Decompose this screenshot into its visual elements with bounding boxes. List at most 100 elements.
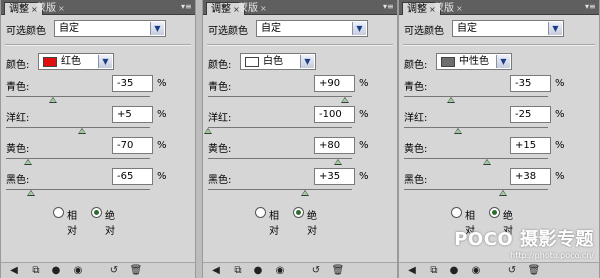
color-select[interactable]: 白色 ▼: [240, 53, 316, 70]
relative-radio[interactable]: [53, 207, 64, 218]
magenta-value-input[interactable]: +5: [112, 106, 153, 123]
reset-icon[interactable]: ↺: [309, 265, 323, 277]
back-arrow-icon[interactable]: ◀: [405, 265, 419, 277]
chevron-down-icon: ▼: [300, 55, 314, 68]
relative-radio[interactable]: [451, 207, 462, 218]
tab-masks-label: 蒙版: [36, 3, 56, 14]
cyan-label: 青色:: [6, 82, 30, 93]
color-select-value: 白色: [263, 56, 283, 67]
preset-select[interactable]: 自定 ▼: [256, 20, 368, 37]
close-icon[interactable]: ×: [260, 4, 267, 13]
yellow-value-input[interactable]: +80: [314, 137, 355, 154]
black-value-input[interactable]: +35: [314, 168, 355, 185]
close-icon[interactable]: ×: [456, 4, 463, 13]
magenta-slider-track[interactable]: [208, 127, 352, 128]
cyan-value-input[interactable]: +90: [314, 75, 355, 92]
percent-sign: %: [555, 171, 565, 182]
black-slider-track[interactable]: [404, 189, 548, 190]
yellow-value-input[interactable]: -70: [112, 137, 153, 154]
delete-icon[interactable]: 🗑: [331, 265, 345, 277]
magenta-value-input[interactable]: -100: [314, 106, 355, 123]
cyan-slider-row: 青色: -35 %: [6, 75, 187, 105]
chevron-down-icon: ▼: [352, 22, 366, 35]
visibility-icon[interactable]: ●: [447, 265, 461, 277]
relative-label: 相对: [269, 211, 279, 237]
preset-select[interactable]: 自定 ▼: [54, 20, 166, 37]
relative-label: 相对: [67, 211, 77, 237]
view-previous-icon[interactable]: ◉: [469, 265, 483, 277]
panel-menu-icon[interactable]: ▾≡: [585, 2, 596, 12]
percent-sign: %: [555, 78, 565, 89]
cyan-slider-thumb[interactable]: [447, 97, 455, 103]
view-previous-icon[interactable]: ◉: [71, 265, 85, 277]
tab-masks[interactable]: 蒙版 ×: [32, 2, 69, 15]
cyan-slider-thumb[interactable]: [49, 97, 57, 103]
magenta-slider-thumb[interactable]: [454, 128, 462, 134]
clip-layer-icon[interactable]: ⧉: [231, 265, 245, 277]
cyan-slider-track[interactable]: [404, 96, 548, 97]
percent-sign: %: [555, 140, 565, 151]
back-arrow-icon[interactable]: ◀: [7, 265, 21, 277]
yellow-slider-row: 黄色: +80 %: [208, 137, 389, 167]
absolute-radio[interactable]: [293, 207, 304, 218]
magenta-label: 洋红:: [404, 113, 428, 124]
reset-icon[interactable]: ↺: [505, 265, 519, 277]
preset-value: 自定: [457, 23, 477, 34]
color-select[interactable]: 红色 ▼: [38, 53, 114, 70]
close-icon[interactable]: ×: [58, 4, 65, 13]
black-slider-thumb[interactable]: [499, 190, 507, 196]
panel-footer: ◀ ⧉ ● ◉ ↺ 🗑: [203, 262, 397, 278]
absolute-radio[interactable]: [91, 207, 102, 218]
clip-layer-icon[interactable]: ⧉: [29, 265, 43, 277]
yellow-slider-track[interactable]: [404, 158, 548, 159]
preset-select[interactable]: 自定 ▼: [452, 20, 564, 37]
percent-sign: %: [359, 171, 369, 182]
black-slider-thumb[interactable]: [27, 190, 35, 196]
black-slider-track[interactable]: [208, 189, 352, 190]
back-arrow-icon[interactable]: ◀: [209, 265, 223, 277]
tab-masks[interactable]: 蒙版 ×: [430, 2, 467, 15]
black-label: 黑色:: [208, 175, 232, 186]
yellow-slider-thumb[interactable]: [483, 159, 491, 165]
yellow-slider-thumb[interactable]: [24, 159, 32, 165]
reset-icon[interactable]: ↺: [107, 265, 121, 277]
black-value-input[interactable]: -65: [112, 168, 153, 185]
delete-icon[interactable]: 🗑: [129, 265, 143, 277]
relative-radio[interactable]: [255, 207, 266, 218]
cyan-slider-thumb[interactable]: [341, 97, 349, 103]
cyan-value-input[interactable]: -35: [510, 75, 551, 92]
watermark-title: POCO 摄影专题: [454, 229, 594, 250]
panel-menu-icon[interactable]: ▾≡: [383, 2, 394, 12]
percent-sign: %: [359, 78, 369, 89]
cyan-slider-track[interactable]: [6, 96, 150, 97]
yellow-slider-thumb[interactable]: [334, 159, 342, 165]
color-select[interactable]: 中性色 ▼: [436, 53, 512, 70]
watermark-url: http://photo.poco.cn/: [510, 251, 594, 260]
magenta-value-input[interactable]: -25: [510, 106, 551, 123]
cyan-slider-track[interactable]: [208, 96, 352, 97]
magenta-slider-track[interactable]: [404, 127, 548, 128]
yellow-label: 黄色:: [6, 144, 30, 155]
magenta-slider-thumb[interactable]: [78, 128, 86, 134]
view-previous-icon[interactable]: ◉: [273, 265, 287, 277]
clip-layer-icon[interactable]: ⧉: [427, 265, 441, 277]
yellow-slider-row: 黄色: -70 %: [6, 137, 187, 167]
cyan-value-input[interactable]: -35: [112, 75, 153, 92]
yellow-slider-track[interactable]: [208, 158, 352, 159]
yellow-value-input[interactable]: +15: [510, 137, 551, 154]
magenta-slider-thumb[interactable]: [204, 128, 212, 134]
panel-menu-icon[interactable]: ▾≡: [181, 2, 192, 12]
cyan-slider-row: 青色: +90 %: [208, 75, 389, 105]
black-slider-thumb[interactable]: [301, 190, 309, 196]
panel-footer: ◀ ⧉ ● ◉ ↺ 🗑: [399, 262, 599, 278]
black-value-input[interactable]: +38: [510, 168, 551, 185]
black-slider-row: 黑色: -65 %: [6, 168, 187, 198]
visibility-icon[interactable]: ●: [49, 265, 63, 277]
absolute-radio[interactable]: [489, 207, 500, 218]
visibility-icon[interactable]: ●: [251, 265, 265, 277]
tab-masks[interactable]: 蒙版 ×: [234, 2, 271, 15]
tab-adjustments-label: 调整: [9, 4, 29, 15]
absolute-label: 绝对: [105, 211, 115, 237]
delete-icon[interactable]: 🗑: [527, 265, 541, 277]
black-slider-row: 黑色: +35 %: [208, 168, 389, 198]
